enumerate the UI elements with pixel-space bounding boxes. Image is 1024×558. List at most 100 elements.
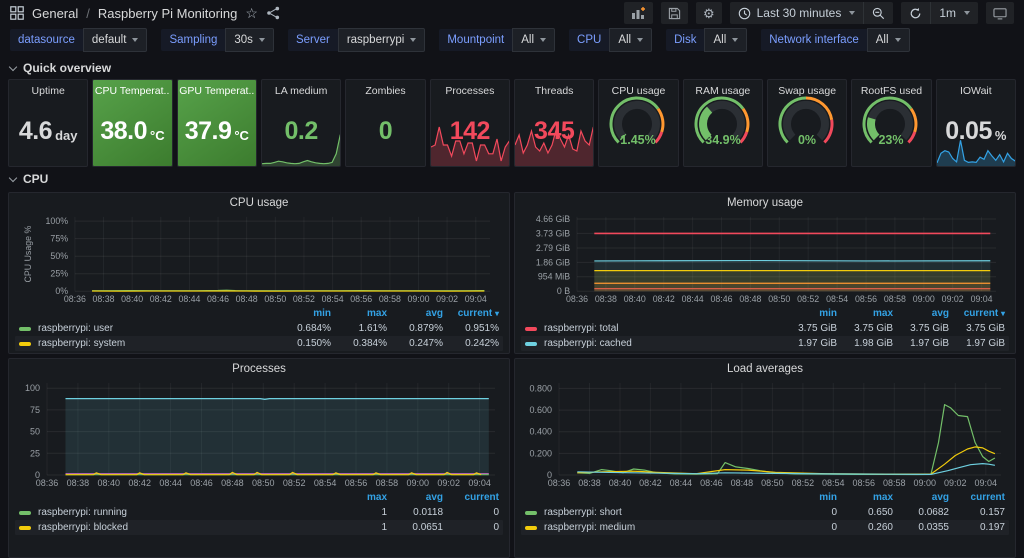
panel-title[interactable]: Processes: [445, 85, 494, 97]
series-toggle[interactable]: raspberrypi: cached: [525, 338, 781, 349]
legend-row: raspberrypi: system0.150%0.384%0.247%0.2…: [15, 336, 503, 351]
stat-panel-threads: Threads345: [514, 79, 594, 167]
legend-sort-current[interactable]: current: [949, 492, 1005, 503]
panel-title[interactable]: Zombies: [365, 85, 405, 97]
refresh-interval-picker[interactable]: 1m: [930, 2, 978, 24]
breadcrumb-dashboard-title[interactable]: Raspberry Pi Monitoring: [98, 6, 237, 21]
chart-plot[interactable]: 0 B954 MiB1.86 GiB2.79 GiB3.73 GiB4.66 G…: [521, 211, 1007, 305]
variable-value-dropdown[interactable]: All: [704, 28, 747, 52]
panel-title[interactable]: RootFS used: [861, 85, 922, 97]
svg-text:0.400: 0.400: [529, 427, 552, 437]
legend-sort-max[interactable]: max: [331, 308, 387, 319]
panel-title[interactable]: Threads: [535, 85, 574, 97]
svg-text:08:48: 08:48: [221, 478, 244, 488]
stat-value: 37.9: [185, 117, 232, 146]
legend-sort-avg[interactable]: avg: [893, 308, 949, 319]
stat-value: 4.6: [19, 117, 52, 146]
chart-plot[interactable]: 0%25%50%75%100%08:3608:3808:4008:4208:44…: [15, 211, 501, 305]
svg-text:25: 25: [30, 448, 40, 458]
series-toggle[interactable]: raspberrypi: total: [525, 323, 781, 334]
series-toggle[interactable]: raspberrypi: system: [19, 338, 275, 349]
legend-value: 1.97 GiB: [949, 338, 1005, 349]
chevron-down-icon: [9, 173, 17, 181]
row-header-quick-overview[interactable]: Quick overview: [0, 56, 1024, 79]
legend-sort-current[interactable]: current ▾: [949, 308, 1005, 319]
legend-value: 0.157: [949, 507, 1005, 518]
variables-submenu: datasourcedefaultSampling30sServerraspbe…: [0, 26, 1024, 56]
svg-text:08:56: 08:56: [345, 478, 368, 488]
panel-title[interactable]: Uptime: [32, 85, 65, 97]
breadcrumb-section[interactable]: General: [32, 6, 78, 21]
svg-text:50%: 50%: [50, 251, 68, 261]
variable-network-interface: Network interfaceAll: [761, 29, 909, 51]
variable-value-dropdown[interactable]: All: [867, 28, 910, 52]
variable-value-dropdown[interactable]: All: [512, 28, 555, 52]
legend-sort-avg[interactable]: avg: [893, 492, 949, 503]
panel-title[interactable]: CPU usage: [612, 85, 666, 97]
legend-sort-current[interactable]: current ▾: [443, 308, 499, 319]
legend-sort-max[interactable]: max: [837, 308, 893, 319]
variable-value-dropdown[interactable]: raspberrypi: [338, 28, 426, 52]
legend-sort-min[interactable]: min: [275, 308, 331, 319]
legend-sort-avg[interactable]: avg: [387, 492, 443, 503]
variable-value-dropdown[interactable]: 30s: [225, 28, 274, 52]
series-toggle[interactable]: raspberrypi: running: [19, 507, 331, 518]
kiosk-mode-button[interactable]: [986, 2, 1014, 24]
y-axis-label: CPU Usage %: [23, 226, 33, 283]
panel-title[interactable]: Swap usage: [778, 85, 836, 97]
panel-title[interactable]: CPU Temperat...: [95, 85, 170, 97]
legend-sort-min[interactable]: min: [781, 492, 837, 503]
svg-text:08:42: 08:42: [150, 294, 172, 304]
chart-plot[interactable]: 00.2000.4000.6000.80008:3608:3808:4008:4…: [521, 377, 1007, 489]
time-range-picker[interactable]: Last 30 minutes: [730, 2, 864, 24]
panel-title[interactable]: LA medium: [275, 85, 328, 97]
dashboard-settings-button[interactable]: ⚙: [696, 2, 722, 24]
svg-text:08:50: 08:50: [264, 294, 286, 304]
variable-value-dropdown[interactable]: All: [609, 28, 652, 52]
add-panel-button[interactable]: [624, 2, 653, 24]
legend-value: 3.75 GiB: [949, 323, 1005, 334]
chart-plot[interactable]: 025507510008:3608:3808:4008:4208:4408:46…: [15, 377, 501, 489]
share-icon[interactable]: [266, 6, 280, 20]
panel-title[interactable]: RAM usage: [695, 85, 750, 97]
series-toggle[interactable]: raspberrypi: user: [19, 323, 275, 334]
panel-title[interactable]: Processes: [15, 361, 503, 377]
svg-text:08:52: 08:52: [293, 294, 315, 304]
legend-sort-max[interactable]: max: [331, 492, 387, 503]
series-name: raspberrypi: cached: [544, 338, 632, 349]
gauge: 34.9%: [690, 95, 756, 151]
panel-title[interactable]: Memory usage: [521, 195, 1009, 211]
variable-value-dropdown[interactable]: default: [83, 28, 148, 52]
stat-value: 0: [379, 117, 392, 146]
svg-text:08:46: 08:46: [710, 294, 732, 304]
svg-text:08:54: 08:54: [322, 294, 344, 304]
time-zoom-out-button[interactable]: [863, 2, 893, 24]
save-dashboard-button[interactable]: [661, 2, 688, 24]
svg-text:08:38: 08:38: [578, 478, 601, 488]
panel-title[interactable]: Load averages: [521, 361, 1009, 377]
stat-panel-ram-usage: RAM usage34.9%: [683, 79, 763, 167]
panel-title[interactable]: IOWait: [960, 85, 992, 97]
legend-value: 0.150%: [275, 338, 331, 349]
legend-sort-min[interactable]: min: [781, 308, 837, 319]
series-color-swatch: [525, 327, 537, 331]
refresh-button[interactable]: [901, 2, 930, 24]
svg-text:08:50: 08:50: [768, 294, 790, 304]
dashboards-grid-icon[interactable]: [10, 6, 24, 20]
series-toggle[interactable]: raspberrypi: short: [525, 507, 781, 518]
svg-text:08:38: 08:38: [92, 294, 114, 304]
legend-sort-current[interactable]: current: [443, 492, 499, 503]
svg-text:0.200: 0.200: [529, 448, 552, 458]
stat-panel-cpu-usage: CPU usage1.45%: [598, 79, 678, 167]
panel-title[interactable]: GPU Temperat...: [179, 85, 254, 97]
legend-sort-max[interactable]: max: [837, 492, 893, 503]
chevron-down-icon: [849, 11, 855, 15]
favorite-star-icon[interactable]: ☆: [245, 6, 258, 20]
svg-text:09:02: 09:02: [942, 294, 964, 304]
panel-title[interactable]: CPU usage: [15, 195, 503, 211]
legend-sort-avg[interactable]: avg: [387, 308, 443, 319]
legend-value: 0: [443, 507, 499, 518]
legend-value: 0.684%: [275, 323, 331, 334]
row-header-cpu[interactable]: CPU: [0, 167, 1024, 190]
svg-text:08:44: 08:44: [159, 478, 182, 488]
